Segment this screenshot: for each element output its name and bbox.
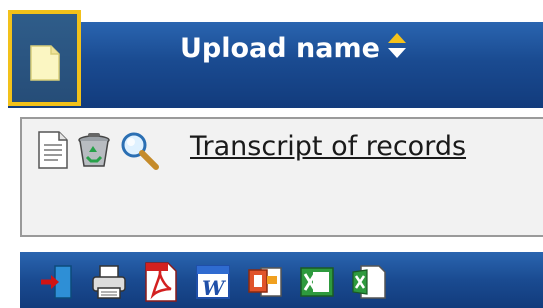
document-icon[interactable] — [36, 130, 70, 174]
blank-document-icon — [30, 45, 60, 81]
exit-door-icon[interactable] — [34, 260, 80, 304]
column-title: Upload name — [180, 32, 380, 64]
excel-export-icon[interactable] — [294, 260, 340, 304]
pdf-export-icon[interactable] — [138, 260, 184, 304]
upload-name-column-header[interactable]: Upload name — [180, 30, 408, 66]
excel-alt-export-icon[interactable] — [346, 260, 392, 304]
file-name-link[interactable]: Transcript of records — [190, 131, 466, 162]
magnifier-icon[interactable] — [118, 129, 162, 175]
new-document-header-cell[interactable] — [8, 10, 81, 106]
powerpoint-export-icon[interactable] — [242, 260, 288, 304]
table-row: Transcript of records — [20, 117, 543, 237]
printer-icon[interactable] — [86, 260, 132, 304]
footer-toolbar: W — [20, 252, 543, 308]
word-export-icon[interactable]: W — [190, 260, 236, 304]
svg-text:W: W — [202, 276, 227, 300]
sort-up-down-icon[interactable] — [386, 31, 408, 68]
recycle-bin-icon[interactable] — [74, 130, 114, 174]
